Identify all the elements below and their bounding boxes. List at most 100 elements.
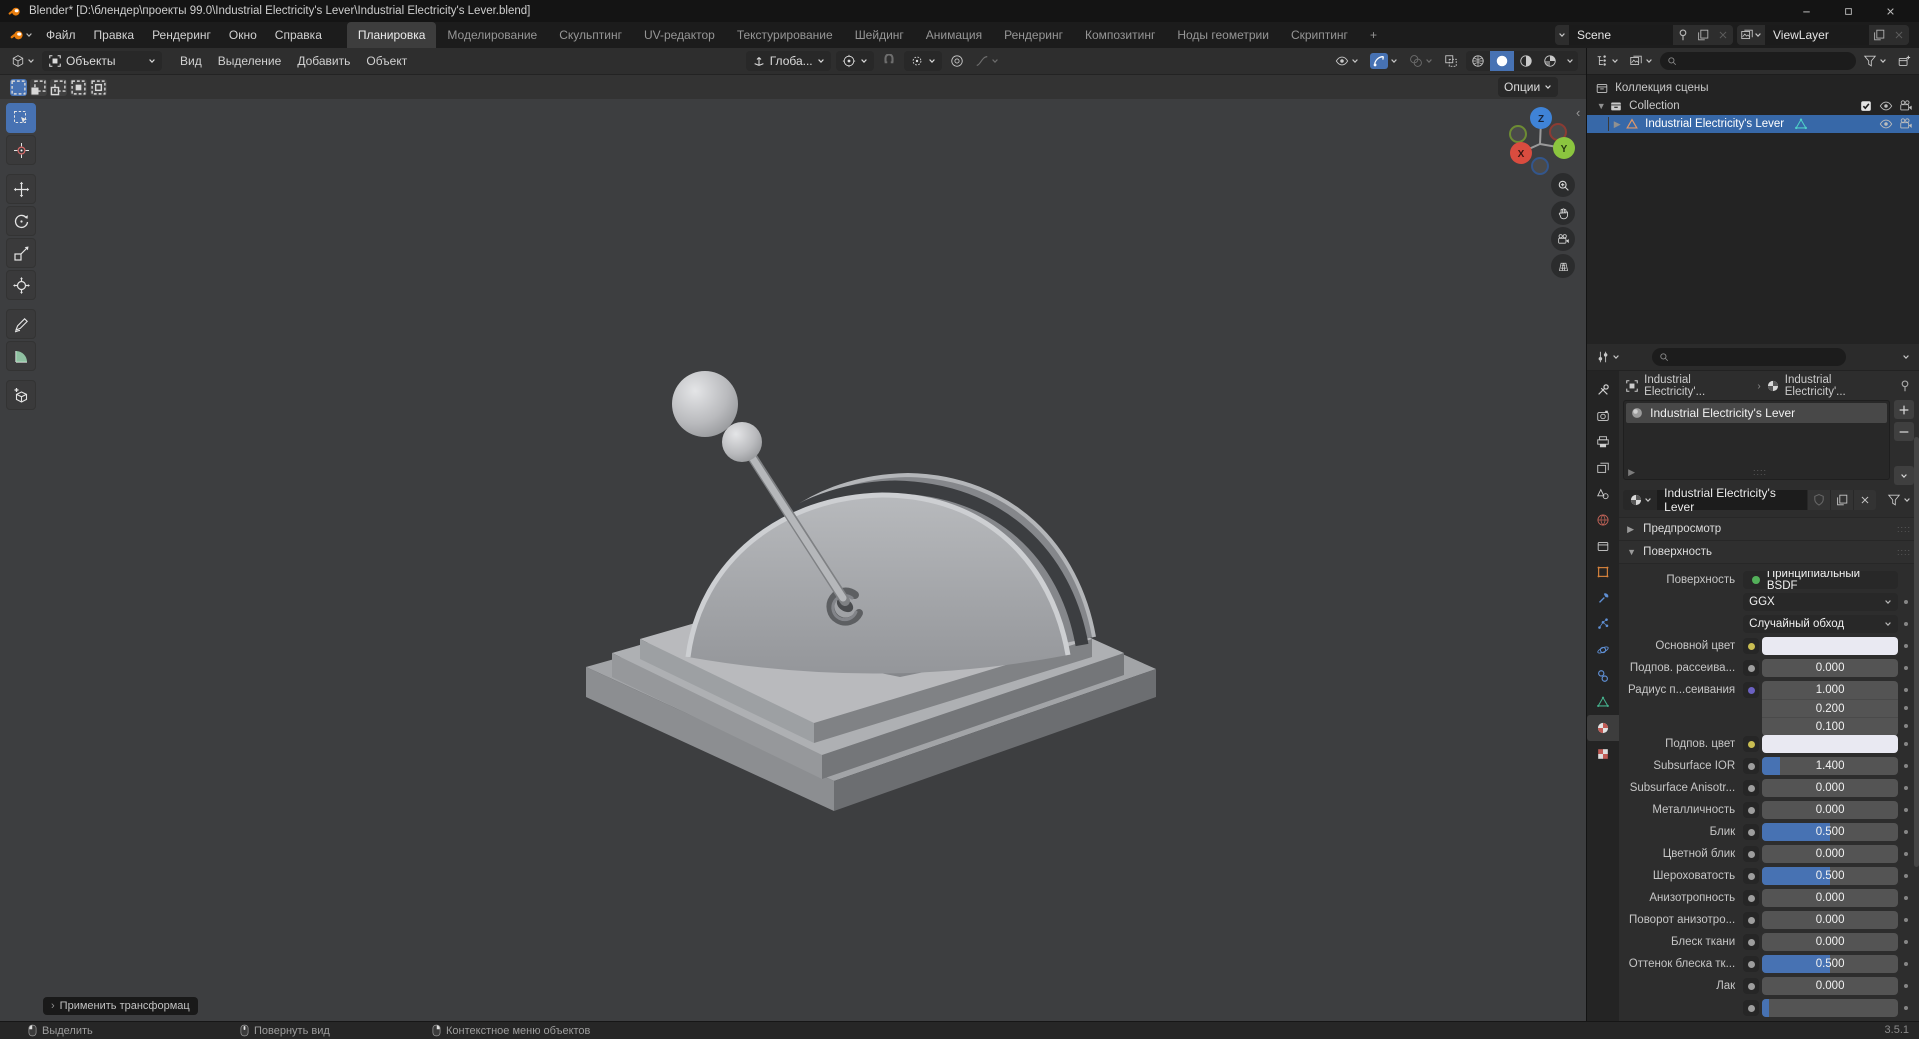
select-mode-extend[interactable]: [30, 78, 47, 96]
keyframe-decorator[interactable]: [1898, 665, 1914, 671]
workspace-tab-Скриптинг[interactable]: Скриптинг: [1280, 22, 1359, 48]
tool-add-cube[interactable]: [6, 380, 36, 410]
keyframe-decorator[interactable]: [1898, 687, 1914, 693]
tool-cursor[interactable]: [6, 135, 36, 165]
keyframe-decorator[interactable]: [1898, 939, 1914, 945]
workspace-tab-Планировка[interactable]: Планировка: [346, 22, 437, 48]
camera-render-icon[interactable]: [1899, 117, 1913, 131]
checkbox-checked-icon[interactable]: [1859, 99, 1873, 113]
tool-annotate[interactable]: [6, 309, 36, 339]
expander-right-icon[interactable]: ▶: [1611, 119, 1623, 130]
proportional-edit-button[interactable]: [947, 53, 967, 69]
outliner-editor-type-button[interactable]: [1592, 53, 1622, 69]
perspective-toggle-button[interactable]: [1551, 254, 1575, 278]
outliner-row-scene-collection[interactable]: Коллекция сцены: [1587, 79, 1919, 97]
outliner-display-mode-button[interactable]: [1626, 53, 1656, 69]
material-name-field[interactable]: Industrial Electricity's Lever: [1657, 486, 1807, 514]
pin-icon[interactable]: [1898, 379, 1912, 393]
menu-Правка[interactable]: Правка: [85, 25, 144, 45]
shading-material-button[interactable]: [1514, 51, 1538, 71]
properties-options-dropdown[interactable]: [1899, 352, 1913, 362]
properties-tab-object[interactable]: [1587, 559, 1619, 585]
color-swatch[interactable]: [1762, 637, 1898, 655]
browse-material-button[interactable]: [1623, 490, 1658, 510]
value-slider[interactable]: 0.100: [1762, 716, 1898, 736]
menu-Справка[interactable]: Справка: [266, 25, 331, 45]
workspace-tab-Композитинг[interactable]: Композитинг: [1074, 22, 1166, 48]
overlays-dropdown[interactable]: [1406, 53, 1436, 69]
properties-tab-modifiers[interactable]: [1587, 585, 1619, 611]
workspace-tab-Скульптинг[interactable]: Скульптинг: [548, 22, 633, 48]
scene-name[interactable]: Scene: [1569, 25, 1673, 45]
viewport-menu-Выделение[interactable]: Выделение: [210, 51, 290, 71]
value-slider[interactable]: 0.000: [1762, 911, 1898, 929]
value-slider[interactable]: [1762, 999, 1898, 1017]
gizmo-toggle[interactable]: [1370, 53, 1389, 69]
enum-dropdown[interactable]: GGX: [1743, 593, 1898, 611]
value-slider[interactable]: 0.000: [1762, 889, 1898, 907]
resize-grip[interactable]: ::::: [1753, 467, 1767, 478]
keyframe-decorator[interactable]: [1898, 961, 1914, 967]
outliner-row-collection[interactable]: ▼ Collection: [1587, 97, 1919, 115]
value-slider[interactable]: 0.500: [1762, 823, 1898, 841]
properties-tab-world[interactable]: [1587, 507, 1619, 533]
pivot-point-dropdown[interactable]: [835, 51, 874, 71]
keyframe-decorator[interactable]: [1898, 741, 1914, 747]
properties-editor-type-button[interactable]: [1593, 349, 1623, 365]
keyframe-decorator[interactable]: [1898, 763, 1914, 769]
workspace-tab-Текстурирование[interactable]: Текстурирование: [726, 22, 844, 48]
properties-tab-collection[interactable]: [1587, 533, 1619, 559]
expander-right-icon[interactable]: ▶: [1628, 467, 1635, 478]
keyframe-decorator[interactable]: [1898, 829, 1914, 835]
viewport-canvas[interactable]: Z X Y ‹ › Применить трансформац: [0, 99, 1587, 1021]
workspace-tab-Моделирование[interactable]: Моделирование: [436, 22, 548, 48]
maximize-button[interactable]: [1827, 0, 1869, 22]
sidebar-collapse-arrow[interactable]: ‹: [1576, 105, 1580, 120]
eye-icon[interactable]: [1879, 99, 1893, 113]
editor-type-button[interactable]: [8, 53, 38, 69]
close-button[interactable]: [1869, 0, 1911, 22]
keyframe-decorator[interactable]: [1898, 599, 1914, 605]
scrollbar[interactable]: [1914, 437, 1919, 867]
properties-tab-output[interactable]: [1587, 429, 1619, 455]
scene-browse-button[interactable]: [1555, 25, 1569, 45]
keyframe-decorator[interactable]: [1898, 578, 1914, 583]
value-slider[interactable]: 0.000: [1762, 845, 1898, 863]
viewport-menu-Объект[interactable]: Объект: [358, 51, 415, 71]
gizmo-axis-neg-z[interactable]: [1531, 157, 1549, 175]
shading-wireframe-button[interactable]: [1466, 51, 1490, 71]
zoom-view-button[interactable]: [1551, 173, 1575, 197]
transform-orientation-dropdown[interactable]: Глоба...: [745, 51, 831, 71]
remove-slot-button[interactable]: [1894, 422, 1914, 441]
select-mode-intersect[interactable]: [90, 78, 107, 96]
gizmo-axis-z[interactable]: Z: [1530, 107, 1552, 129]
properties-search-input[interactable]: [1652, 348, 1847, 366]
gizmo-axis-x[interactable]: X: [1510, 142, 1532, 164]
slot-specials-button[interactable]: [1894, 466, 1914, 485]
viewlayer-name[interactable]: ViewLayer: [1765, 25, 1869, 45]
value-slider[interactable]: 1.000: [1762, 681, 1898, 699]
keyframe-decorator[interactable]: [1898, 621, 1914, 627]
value-slider[interactable]: 0.000: [1762, 659, 1898, 677]
value-slider[interactable]: 0.500: [1762, 867, 1898, 885]
shading-options-dropdown[interactable]: [1562, 51, 1578, 71]
enum-dropdown[interactable]: Случайный обход: [1743, 615, 1898, 633]
properties-tab-tool[interactable]: [1587, 377, 1619, 403]
color-swatch[interactable]: [1762, 735, 1898, 753]
select-mode-subtract[interactable]: [50, 78, 67, 96]
copy-scene-button[interactable]: [1693, 25, 1713, 45]
value-slider[interactable]: 0.000: [1762, 977, 1898, 995]
properties-tab-physics[interactable]: [1587, 637, 1619, 663]
keyframe-decorator[interactable]: [1898, 895, 1914, 901]
properties-tab-view-layer[interactable]: [1587, 455, 1619, 481]
snap-settings-dropdown[interactable]: [903, 51, 942, 71]
tool-scale[interactable]: [6, 238, 36, 268]
menu-Окно[interactable]: Окно: [220, 25, 266, 45]
show-object-types-dropdown[interactable]: [1332, 53, 1362, 69]
outliner-row-object[interactable]: ▶ Industrial Electricity's Lever: [1587, 115, 1919, 133]
viewport-menu-Вид[interactable]: Вид: [172, 51, 210, 71]
properties-tab-texture[interactable]: [1587, 741, 1619, 767]
workspace-tab-Рендеринг[interactable]: Рендеринг: [993, 22, 1074, 48]
shading-solid-button[interactable]: [1490, 51, 1515, 71]
value-slider[interactable]: 0.200: [1762, 698, 1898, 718]
